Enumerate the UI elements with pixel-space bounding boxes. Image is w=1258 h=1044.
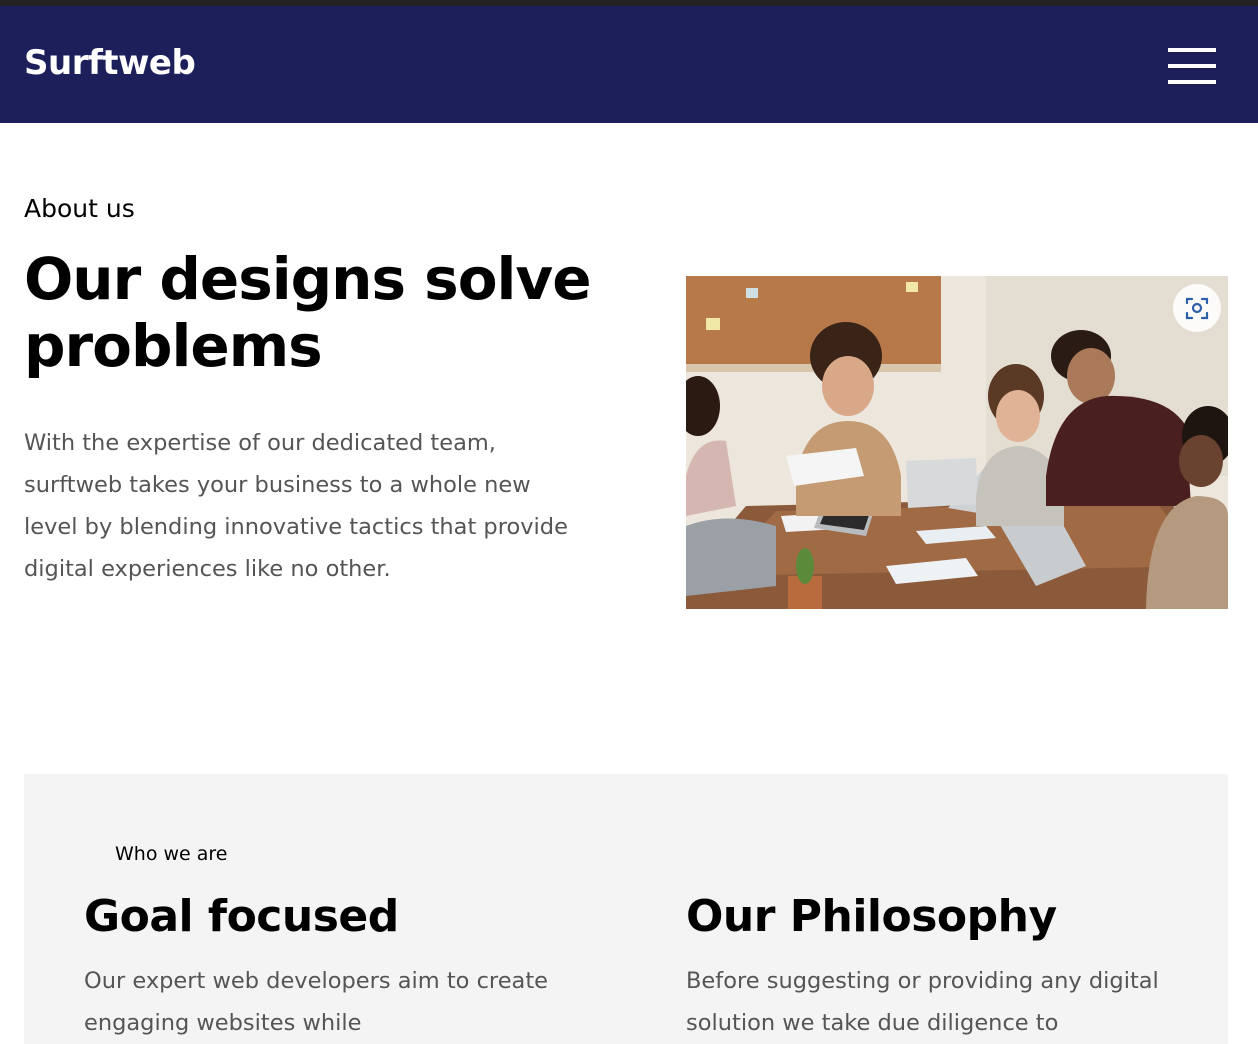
menu-bar [1168, 48, 1216, 52]
hero-title: Our designs solve problems [24, 245, 592, 380]
site-header: Surftweb [0, 6, 1258, 123]
team-meeting-photo [686, 276, 1228, 609]
about-eyebrow: About us [24, 194, 135, 223]
visual-search-lens-icon[interactable] [1173, 284, 1221, 332]
philosophy-title: Our Philosophy [686, 891, 1057, 942]
hero-description: With the expertise of our dedicated team… [24, 430, 568, 582]
menu-bar [1168, 64, 1216, 68]
menu-bar [1168, 80, 1216, 84]
team-meeting-illustration [686, 276, 1228, 609]
philosophy-text: Before suggesting or providing any digit… [686, 968, 1159, 1036]
lens-glyph [1185, 297, 1209, 320]
goal-focused-text: Our expert web developers aim to create … [84, 968, 548, 1036]
hamburger-menu-icon[interactable] [1160, 42, 1224, 90]
goal-focused-title: Goal focused [84, 891, 399, 942]
site-logo[interactable]: Surftweb [24, 46, 196, 80]
who-we-are-eyebrow: Who we are [115, 843, 228, 865]
